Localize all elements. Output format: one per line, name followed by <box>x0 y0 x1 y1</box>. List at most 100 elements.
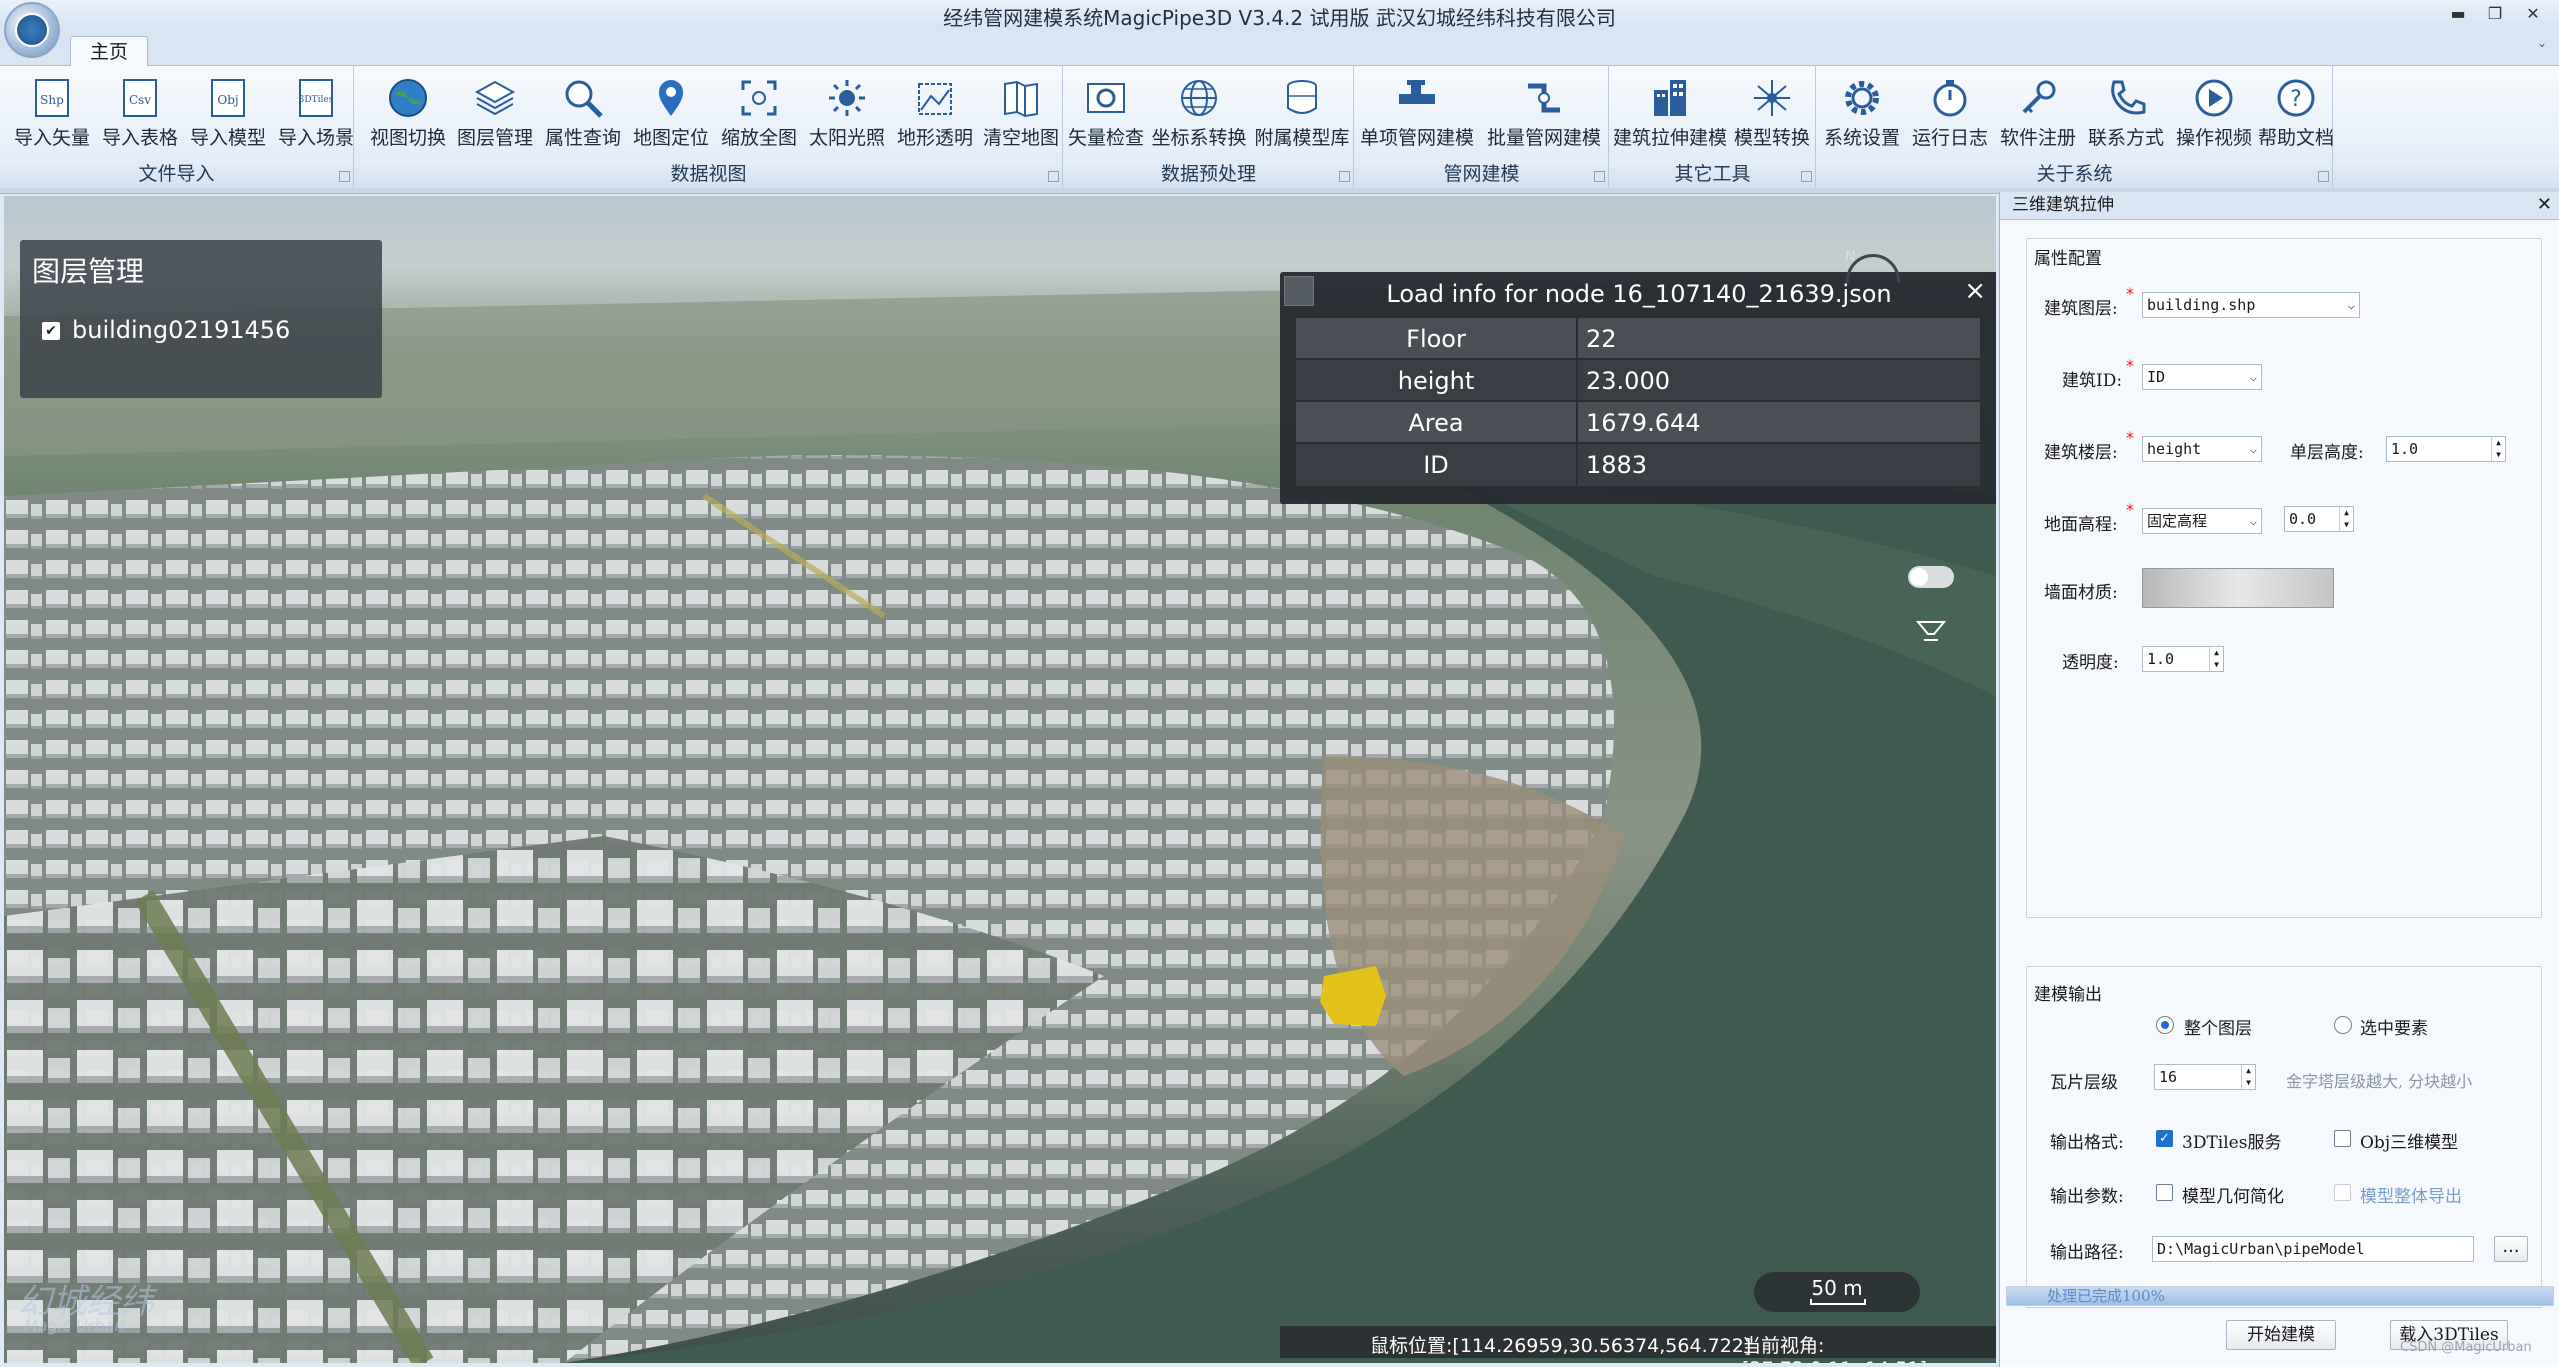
group-label-data-view: 数据视图 <box>670 163 747 185</box>
zoom-full-button[interactable]: 缩放全图 <box>715 70 803 150</box>
terrain-icon <box>911 75 959 121</box>
svg-text:Csv: Csv <box>129 93 151 107</box>
import-scene-button[interactable]: 3DTiles 导入场景 <box>272 70 360 150</box>
single-pipe-model-label: 单项管网建模 <box>1359 127 1474 149</box>
restore-button[interactable]: ❐ <box>2480 2 2510 26</box>
dialog-launcher-icon[interactable] <box>1048 171 1059 182</box>
help-doc-label: 帮助文档 <box>2258 127 2335 149</box>
radio-whole-layer[interactable] <box>2156 1016 2174 1034</box>
batch-pipe-model-button[interactable]: 批量管网建模 <box>1481 70 1607 150</box>
clear-map-button[interactable]: 清空地图 <box>979 70 1063 150</box>
building-id-select[interactable]: ID ⌵ <box>2142 364 2262 390</box>
tile-level-stepper[interactable]: 16 ▲ ▼ <box>2154 1064 2256 1090</box>
stepper-down-icon: ▼ <box>2209 659 2223 671</box>
simplify-checkbox[interactable] <box>2156 1184 2173 1201</box>
view-switch-label: 视图切换 <box>369 127 446 149</box>
floor-field-select[interactable]: height ⌵ <box>2142 436 2262 462</box>
import-table-button[interactable]: Csv 导入表格 <box>96 70 184 150</box>
run-log-button[interactable]: 运行日志 <box>1907 70 1993 150</box>
register-button[interactable]: 软件注册 <box>1995 70 2081 150</box>
start-model-button[interactable]: 开始建模 <box>2226 1320 2336 1350</box>
wall-material-swatch[interactable] <box>2142 568 2334 608</box>
navigation-icon[interactable] <box>1914 616 1948 646</box>
floor-height-stepper[interactable]: 1.0 ▲ ▼ <box>2386 436 2506 462</box>
app-logo-icon[interactable] <box>4 2 60 58</box>
view-switch-button[interactable]: 视图切换 <box>365 70 451 150</box>
close-window-button[interactable]: ✕ <box>2518 2 2548 26</box>
contact-button[interactable]: 联系方式 <box>2083 70 2169 150</box>
import-model-button[interactable]: Obj 导入模型 <box>184 70 272 150</box>
model-convert-button[interactable]: 模型转换 <box>1730 70 1814 150</box>
browse-button[interactable]: ... <box>2494 1236 2528 1262</box>
compass-north-label: N <box>1845 249 1856 265</box>
stopwatch-icon <box>1926 75 1974 121</box>
vector-check-button[interactable]: 矢量检查 <box>1066 70 1146 150</box>
help-doc-button[interactable]: ? 帮助文档 <box>2258 70 2335 150</box>
help-chevron-icon[interactable]: ⌄ <box>2537 36 2551 50</box>
panel-close-button[interactable]: ✕ <box>2537 192 2552 218</box>
contact-label: 联系方式 <box>2087 127 2164 149</box>
csv-file-icon: Csv <box>116 75 164 121</box>
group-pipe-modeling: 单项管网建模 批量管网建模 管网建模 <box>1355 66 1609 188</box>
ground-elev-stepper[interactable]: 0.0 ▲ ▼ <box>2284 506 2354 532</box>
export-whole-checkbox[interactable] <box>2334 1184 2351 1201</box>
output-path-input[interactable]: D:\MagicUrban\pipeModel <box>2152 1236 2474 1262</box>
required-mark: * <box>2126 284 2134 303</box>
ribbon-tab-row: ⌄ <box>0 30 2559 66</box>
terrain-transparency-button[interactable]: 地形透明 <box>891 70 979 150</box>
radio-selected-label: 选中要素 <box>2360 1019 2428 1039</box>
format-label: 输出格式: <box>2050 1133 2124 1153</box>
dialog-launcher-icon[interactable] <box>339 171 350 182</box>
dialog-launcher-icon[interactable] <box>1594 171 1605 182</box>
opacity-label: 透明度: <box>2062 653 2119 673</box>
table-row: height 23.000 <box>1296 360 1980 402</box>
attribute-query-button[interactable]: 属性查询 <box>539 70 627 150</box>
group-label-pipe-modeling: 管网建模 <box>1443 163 1520 185</box>
row-key: Area <box>1296 402 1578 442</box>
minimize-button[interactable]: ▬ <box>2443 2 2473 26</box>
map-locate-button[interactable]: 地图定位 <box>627 70 715 150</box>
dialog-launcher-icon[interactable] <box>1801 171 1812 182</box>
radio-selected[interactable] <box>2334 1016 2352 1034</box>
video-button[interactable]: 操作视频 <box>2171 70 2257 150</box>
group-data-view: 视图切换 图层管理 属性查询 地图定位 缩放全图 太阳光照 地形透明 清空地图 <box>355 66 1063 188</box>
opacity-stepper[interactable]: 1.0 ▲ ▼ <box>2142 646 2224 672</box>
map-3d-view[interactable]: 图层管理 ✔ building02191456 Load info for no… <box>4 196 1996 1363</box>
stepper-up-icon: ▲ <box>2209 647 2223 659</box>
dialog-launcher-icon[interactable] <box>2318 171 2329 182</box>
ribbon: Shp 导入矢量 Csv 导入表格 Obj 导入模型 3DTiles 导入场景 … <box>0 66 2559 188</box>
dialog-launcher-icon[interactable] <box>1339 171 1350 182</box>
single-pipe-model-button[interactable]: 单项管网建模 <box>1359 70 1475 150</box>
layer-manager-button[interactable]: 图层管理 <box>451 70 539 150</box>
row-value: 1883 <box>1586 451 1648 479</box>
system-settings-button[interactable]: 系统设置 <box>1819 70 1905 150</box>
layer-checkbox[interactable]: ✔ <box>42 322 60 340</box>
video-label: 操作视频 <box>2175 127 2252 149</box>
row-value: 23.000 <box>1586 367 1670 395</box>
accessory-model-lib-button[interactable]: 附属模型库 <box>1252 70 1352 150</box>
format-obj-checkbox[interactable] <box>2334 1130 2351 1147</box>
ground-mode-select[interactable]: 固定高程 ⌵ <box>2142 508 2262 534</box>
attr-section-title: 属性配置 <box>2034 249 2102 269</box>
sunlight-button[interactable]: 太阳光照 <box>803 70 891 150</box>
3dtiles-file-icon: 3DTiles <box>292 75 340 121</box>
toggle-switch[interactable] <box>1908 566 1954 588</box>
window-title: 经纬管网建模系统MagicPipe3D V3.4.2 试用版 武汉幻城经纬科技有… <box>943 6 1616 30</box>
layer-manager-label: 图层管理 <box>456 127 533 149</box>
obj-file-icon: Obj <box>204 75 252 121</box>
format-3dtiles-checkbox[interactable]: ✓ <box>2156 1130 2173 1147</box>
svg-text:?: ? <box>2290 87 2302 112</box>
row-key: height <box>1296 360 1578 400</box>
crs-transform-button[interactable]: 坐标系转换 <box>1148 70 1250 150</box>
group-label-about: 关于系统 <box>2036 163 2113 185</box>
selected-building[interactable] <box>1320 966 1386 1026</box>
stepper-down-icon: ▼ <box>2339 519 2353 531</box>
building-layer-select[interactable]: building.shp ⌵ <box>2142 292 2360 318</box>
tab-home[interactable]: 主页 <box>70 36 148 67</box>
building-extrude-button[interactable]: 建筑拉伸建模 <box>1612 70 1728 150</box>
import-vector-button[interactable]: Shp 导入矢量 <box>8 70 96 150</box>
path-label: 输出路径: <box>2050 1243 2124 1263</box>
layers-icon <box>471 75 519 121</box>
terrain-transparency-label: 地形透明 <box>896 127 973 149</box>
popup-close-button[interactable]: × <box>1964 276 1986 306</box>
